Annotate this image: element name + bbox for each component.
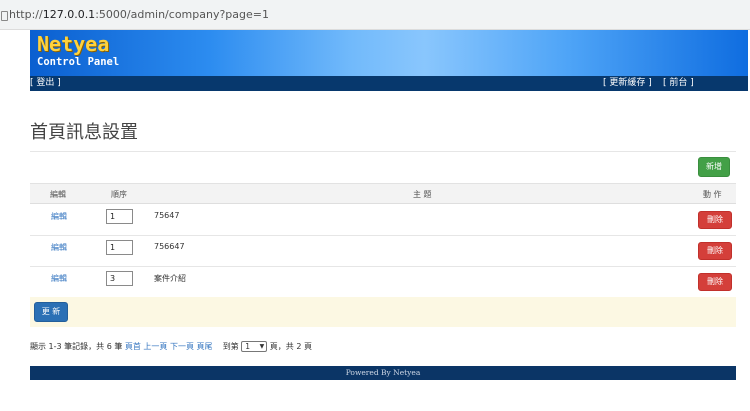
prev-page-link[interactable]: 上一頁 xyxy=(143,342,167,351)
table-header: 編輯 順序 主 題 動 作 xyxy=(30,183,736,204)
last-page-link[interactable]: 頁尾 xyxy=(197,342,213,351)
header-edit: 編輯 xyxy=(50,190,66,199)
goto-label: 到第 xyxy=(222,342,239,351)
table-row: 編輯 1 756647 刪除 xyxy=(30,236,736,267)
chevron-down-icon: ▼ xyxy=(259,343,265,350)
table-row: 編輯 1 75647 刪除 xyxy=(30,205,736,236)
table-row: 編輯 3 案件介紹 刪除 xyxy=(30,267,736,298)
subject-text: 案件介紹 xyxy=(154,274,186,283)
logout-link[interactable]: [ 登出 ] xyxy=(30,76,61,91)
edit-link[interactable]: 編輯 xyxy=(51,242,67,253)
update-button[interactable]: 更 新 xyxy=(34,302,68,322)
address-url[interactable]: http://127.0.0.1:5000/admin/company?page… xyxy=(9,8,269,21)
delete-button[interactable]: 刪除 xyxy=(698,242,732,260)
page-icon xyxy=(1,11,8,21)
header-banner: Netyea Control Panel xyxy=(30,30,748,76)
pagination: 顯示 1-3 筆記錄，共 6 筆 頁首 上一頁 下一頁 頁尾 到第 1 ▼ 頁，共… xyxy=(30,341,312,352)
order-input[interactable]: 3 xyxy=(106,271,133,286)
control-panel-subtitle: Control Panel xyxy=(37,56,120,68)
page-select-value: 1 xyxy=(245,342,251,351)
record-summary: 顯示 1-3 筆記錄，共 6 筆 xyxy=(30,342,123,351)
subject-text: 756647 xyxy=(154,242,185,251)
update-cache-link[interactable]: [ 更新緩存 ] xyxy=(603,76,652,91)
delete-button[interactable]: 刪除 xyxy=(698,211,732,229)
header-action: 動 作 xyxy=(703,190,722,199)
header-subject: 主 題 xyxy=(413,190,432,199)
logo: Netyea xyxy=(37,32,110,56)
table-footer: 更 新 xyxy=(30,297,736,327)
order-input[interactable]: 1 xyxy=(106,240,133,255)
subject-text: 75647 xyxy=(154,211,180,220)
page-total: 頁，共 2 頁 xyxy=(269,342,312,351)
browser-address-bar[interactable]: http://127.0.0.1:5000/admin/company?page… xyxy=(0,0,750,30)
page-title: 首頁訊息設置 xyxy=(30,122,138,143)
order-input[interactable]: 1 xyxy=(106,209,133,224)
delete-button[interactable]: 刪除 xyxy=(698,273,732,291)
divider xyxy=(30,151,736,152)
first-page-link[interactable]: 頁首 xyxy=(125,342,141,351)
powered-by-footer: Powered By Netyea xyxy=(30,366,736,380)
add-button[interactable]: 新增 xyxy=(698,157,730,177)
frontend-link[interactable]: [ 前台 ] xyxy=(663,76,694,91)
edit-link[interactable]: 編輯 xyxy=(51,273,67,284)
top-nav-bar: [ 登出 ] [ 更新緩存 ] [ 前台 ] xyxy=(30,76,748,91)
edit-link[interactable]: 編輯 xyxy=(51,211,67,222)
page-select[interactable]: 1 ▼ xyxy=(241,341,268,352)
next-page-link[interactable]: 下一頁 xyxy=(170,342,194,351)
header-order: 順序 xyxy=(111,190,127,199)
